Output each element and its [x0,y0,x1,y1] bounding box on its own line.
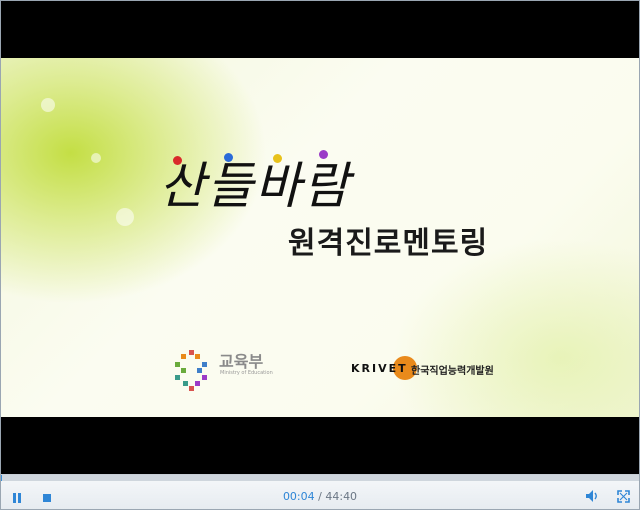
video-area[interactable]: 산들바람 원격진로멘토링 교육부 Ministry of Education K… [1,1,639,474]
title-accent-dot [173,156,182,165]
total-time: 44:40 [325,490,358,503]
title-accent-dot [273,154,282,163]
ministry-emblem-icon [175,350,207,391]
video-player: 산들바람 원격진로멘토링 교육부 Ministry of Education K… [0,0,640,510]
control-bar: 00:04 / 44:40 [1,474,639,509]
volume-icon [586,490,597,502]
progress-fill [1,475,2,481]
video-title-sub: 원격진로멘토링 [288,226,489,261]
title-accent-dot [224,153,233,162]
video-frame: 산들바람 원격진로멘토링 교육부 Ministry of Education K… [1,58,639,417]
current-time: 00:04 [282,490,315,503]
bokeh [116,208,134,226]
krivet-abbr: KRIVET [351,362,408,375]
ministry-name: 교육부 [219,352,264,371]
time-display: 00:04 / 44:40 [1,490,639,503]
bokeh [91,153,101,163]
title-accent-dot [319,150,328,159]
time-separator: / [318,490,322,503]
fullscreen-button[interactable] [617,488,630,507]
progress-bar[interactable] [1,475,639,481]
fullscreen-icon [617,490,630,503]
krivet-name: 한국직업능력개발원 [411,366,494,377]
bokeh [41,98,55,112]
ministry-subtitle: Ministry of Education [220,370,273,376]
volume-button[interactable] [585,488,599,507]
